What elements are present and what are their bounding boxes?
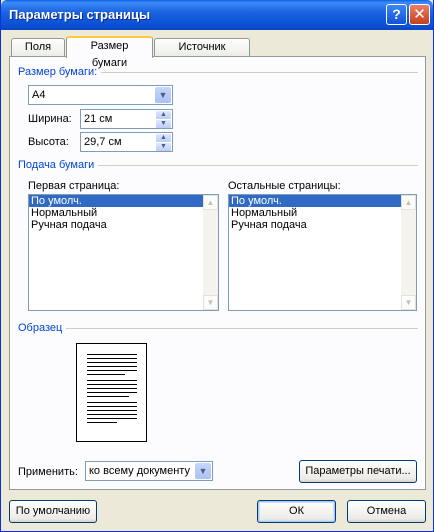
first-page-label: Первая страница: xyxy=(28,180,120,192)
tab-margins[interactable]: Поля xyxy=(11,38,65,57)
cancel-button[interactable]: Отмена xyxy=(347,500,426,523)
list-item[interactable]: Ручная подача xyxy=(229,219,416,231)
other-pages-label: Остальные страницы: xyxy=(228,180,341,192)
paper-size-group-title: Размер бумаги: xyxy=(18,66,102,78)
preview-line xyxy=(87,388,137,389)
preview-line xyxy=(87,354,137,355)
tab-panel: Размер бумаги: A4 ▼ Ширина: 21 см ▲ ▼ Вы… xyxy=(9,56,426,490)
help-button[interactable]: ? xyxy=(386,4,407,25)
preview-line xyxy=(87,402,137,403)
preview-line xyxy=(87,380,137,381)
other-pages-listbox[interactable]: По умолч. Нормальный Ручная подача ▲ ▼ xyxy=(228,194,417,311)
page-setup-dialog: Параметры страницы ? ✕ Поля Размер бумаг… xyxy=(0,0,434,532)
window-title: Параметры страницы xyxy=(9,7,151,22)
sample-group-title: Образец xyxy=(18,322,67,334)
scrollbar[interactable]: ▲ ▼ xyxy=(203,195,218,310)
list-item[interactable]: По умолч. xyxy=(29,195,218,207)
spin-down-icon[interactable]: ▼ xyxy=(156,120,171,128)
first-page-listbox[interactable]: По умолч. Нормальный Ручная подача ▲ ▼ xyxy=(28,194,219,311)
list-item[interactable]: По умолч. xyxy=(229,195,416,207)
tab-paper-source[interactable]: Источник бумаги xyxy=(154,38,250,70)
chevron-down-icon[interactable]: ▼ xyxy=(195,463,211,479)
list-item[interactable]: Ручная подача xyxy=(29,219,218,231)
width-spinner[interactable]: 21 см ▲ ▼ xyxy=(80,109,173,129)
paper-format-select[interactable]: A4 ▼ xyxy=(28,85,173,105)
preview-line xyxy=(87,384,137,385)
paper-format-value: A4 xyxy=(32,89,46,101)
preview-line xyxy=(87,422,117,423)
preview-line xyxy=(87,414,137,415)
preview-line xyxy=(87,374,125,375)
group-divider xyxy=(18,328,418,329)
list-item[interactable]: Нормальный xyxy=(29,207,218,219)
tab-paper-size[interactable]: Размер бумаги xyxy=(66,36,153,69)
width-label: Ширина: xyxy=(28,113,72,125)
scroll-down-icon[interactable]: ▼ xyxy=(401,295,416,310)
height-value[interactable]: 29,7 см xyxy=(84,136,122,148)
spin-up-icon[interactable]: ▲ xyxy=(156,134,171,142)
scrollbar[interactable]: ▲ ▼ xyxy=(401,195,416,310)
ok-button[interactable]: ОК xyxy=(257,500,336,523)
scroll-up-icon[interactable]: ▲ xyxy=(203,195,218,210)
page-preview xyxy=(76,343,147,442)
height-spinner[interactable]: 29,7 см ▲ ▼ xyxy=(80,132,173,152)
set-default-button[interactable]: По умолчанию xyxy=(9,500,97,523)
print-options-button[interactable]: Параметры печати... xyxy=(299,460,417,483)
preview-line xyxy=(87,392,137,393)
paper-feed-group-title: Подача бумаги xyxy=(18,159,99,171)
list-item[interactable]: Нормальный xyxy=(229,207,416,219)
preview-line xyxy=(87,418,137,419)
scroll-down-icon[interactable]: ▼ xyxy=(203,295,218,310)
chevron-down-icon[interactable]: ▼ xyxy=(155,87,171,103)
title-bar[interactable]: Параметры страницы ? ✕ xyxy=(1,0,433,30)
preview-line xyxy=(87,370,137,371)
preview-line xyxy=(87,362,137,363)
spin-down-icon[interactable]: ▼ xyxy=(156,143,171,151)
width-value[interactable]: 21 см xyxy=(84,113,112,125)
close-button[interactable]: ✕ xyxy=(409,4,430,25)
height-label: Высота: xyxy=(28,136,69,148)
apply-label: Применить: xyxy=(18,466,78,478)
preview-line xyxy=(87,358,137,359)
preview-line xyxy=(87,396,129,397)
scroll-up-icon[interactable]: ▲ xyxy=(401,195,416,210)
preview-line xyxy=(87,366,137,367)
spin-up-icon[interactable]: ▲ xyxy=(156,111,171,119)
preview-line xyxy=(87,406,137,407)
apply-to-select[interactable]: ко всему документу ▼ xyxy=(85,461,213,481)
apply-to-value: ко всему документу xyxy=(89,465,190,477)
preview-line xyxy=(87,410,137,411)
